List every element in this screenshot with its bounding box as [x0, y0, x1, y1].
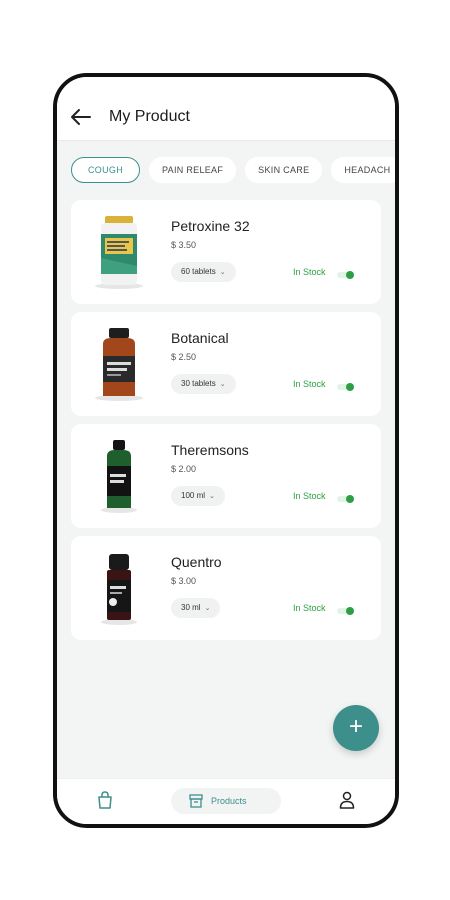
amber-bottle-image — [89, 326, 149, 402]
phone-frame: My Product COUGH PAIN RELEAF SKIN CARE HEAD… — [53, 73, 399, 828]
chip-pain-releaf[interactable]: PAIN RELEAF — [149, 157, 237, 183]
supplement-jar-image — [89, 214, 149, 290]
bottom-nav: Products — [57, 778, 395, 824]
product-list: Petroxine 32 $ 3.50 60 tablets ⌄ In Stock — [71, 200, 381, 648]
chip-headach[interactable]: HEADACH — [331, 157, 395, 183]
stock-toggle[interactable] — [337, 267, 355, 279]
product-card[interactable]: Botanical $ 2.50 30 tablets ⌄ In Stock — [71, 312, 381, 416]
green-bottle-image — [89, 438, 149, 514]
quantity-dropdown[interactable]: 60 tablets ⌄ — [171, 262, 236, 282]
quantity-value: 60 tablets — [181, 267, 216, 276]
product-name: Petroxine 32 — [171, 218, 250, 234]
page-title: My Product — [109, 108, 190, 125]
product-price: $ 2.00 — [171, 464, 197, 474]
chip-skin-care[interactable]: SKIN CARE — [245, 157, 323, 183]
product-card[interactable]: Petroxine 32 $ 3.50 60 tablets ⌄ In Stock — [71, 200, 381, 304]
product-name: Botanical — [171, 330, 229, 346]
stock-status: In Stock — [293, 491, 326, 501]
add-product-button[interactable]: + — [333, 705, 379, 751]
app-header: My Product — [57, 77, 395, 141]
quantity-value: 100 ml — [181, 491, 206, 500]
product-name: Quentro — [171, 554, 222, 570]
archive-box-icon — [189, 794, 203, 808]
quantity-value: 30 tablets — [181, 379, 216, 388]
stock-toggle[interactable] — [337, 491, 355, 503]
plus-icon: + — [348, 713, 363, 740]
nav-products-tab[interactable]: Products — [171, 788, 281, 814]
stock-status: In Stock — [293, 603, 326, 613]
user-icon[interactable] — [339, 791, 355, 809]
chevron-down-icon: ⌄ — [204, 605, 211, 612]
chip-cough[interactable]: COUGH — [71, 157, 140, 183]
category-chips: COUGH PAIN RELEAF SKIN CARE HEADACH — [71, 157, 395, 183]
product-price: $ 3.00 — [171, 576, 197, 586]
product-card[interactable]: Theremsons $ 2.00 100 ml ⌄ In Stock — [71, 424, 381, 528]
product-card[interactable]: Quentro $ 3.00 30 ml ⌄ In Stock — [71, 536, 381, 640]
dropper-bottle-image — [89, 550, 149, 626]
product-price: $ 2.50 — [171, 352, 197, 362]
chevron-down-icon: ⌄ — [209, 493, 215, 500]
chevron-down-icon: ⌄ — [219, 269, 226, 276]
back-arrow-icon[interactable] — [69, 107, 93, 127]
nav-products-label: Products — [211, 796, 247, 806]
stock-status: In Stock — [293, 267, 326, 277]
quantity-dropdown[interactable]: 100 ml ⌄ — [171, 486, 225, 506]
quantity-dropdown[interactable]: 30 ml ⌄ — [171, 598, 221, 618]
stock-toggle[interactable] — [337, 603, 355, 615]
shopping-bag-icon[interactable] — [97, 791, 113, 809]
stock-status: In Stock — [293, 379, 326, 389]
product-price: $ 3.50 — [171, 240, 197, 250]
chevron-down-icon: ⌄ — [219, 381, 226, 388]
quantity-dropdown[interactable]: 30 tablets ⌄ — [171, 374, 236, 394]
product-name: Theremsons — [171, 442, 249, 458]
stock-toggle[interactable] — [337, 379, 355, 391]
quantity-value: 30 ml — [181, 603, 201, 612]
